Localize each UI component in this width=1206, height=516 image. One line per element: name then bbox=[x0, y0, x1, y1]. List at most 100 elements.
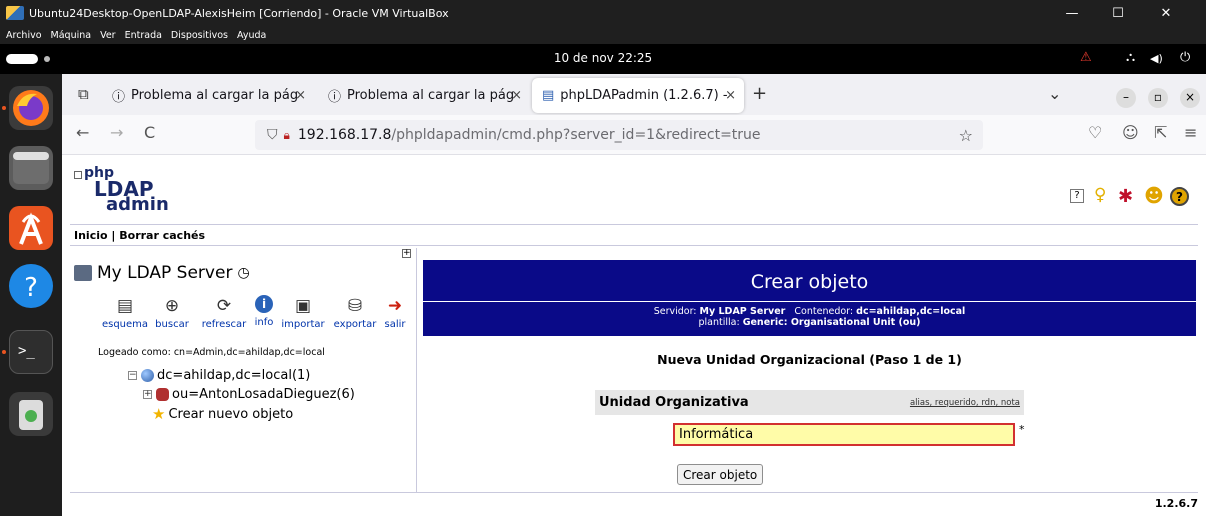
rdn-eq: = bbox=[172, 368, 184, 383]
create-object-button[interactable]: Crear objeto bbox=[677, 464, 764, 485]
pocket-icon[interactable]: ♡ bbox=[1088, 123, 1102, 142]
help-icon[interactable]: ? bbox=[9, 264, 53, 308]
close-tab-icon[interactable]: × bbox=[511, 88, 522, 103]
server-label: Servidor: bbox=[653, 306, 700, 317]
close-window-button[interactable]: ✕ bbox=[1146, 0, 1186, 26]
create-object-panel: Crear objeto Servidor: My LDAP Server Co… bbox=[423, 260, 1196, 492]
logged-in-as: Logeado como: cn=Admin,dc=ahildap,dc=loc… bbox=[98, 347, 325, 358]
phpldapadmin-logo[interactable]: php LDAP admin bbox=[74, 165, 174, 215]
tracking-shield-icon[interactable]: ⛉ bbox=[267, 127, 278, 143]
clock-icon[interactable]: ◷ bbox=[237, 265, 249, 281]
schema-icon: ▤ bbox=[116, 296, 134, 316]
insecure-lock-icon[interactable]: 🔒︎ bbox=[284, 128, 290, 143]
ubuntu-dock: ? >_ bbox=[0, 74, 62, 516]
tree-root-node[interactable]: − dc = ahildap, dc = local (1) bbox=[128, 368, 310, 383]
create-new-object-link[interactable]: ★ Crear nuevo objeto bbox=[152, 405, 293, 423]
tab-phpldapadmin[interactable]: ▤ phpLDAPadmin (1.2.6.7) - × bbox=[532, 78, 744, 113]
bookmark-star-icon[interactable]: ☆ bbox=[959, 126, 973, 145]
volume-icon[interactable]: ◀) bbox=[1150, 52, 1163, 65]
app-menu-icon[interactable]: ≡ bbox=[1184, 123, 1197, 142]
info-icon: ⓘ bbox=[328, 90, 342, 105]
list-tabs-icon[interactable]: ⌄ bbox=[1048, 84, 1061, 103]
tab-problem-1[interactable]: ⓘ Problema al cargar la pág × bbox=[102, 78, 314, 113]
export-tool[interactable]: ⛁ exportar bbox=[331, 295, 379, 330]
tree-ou-node[interactable]: + ou = AntonLosadaDieguez (6) bbox=[143, 387, 355, 402]
close-tab-icon[interactable]: × bbox=[295, 88, 306, 103]
app-center-icon[interactable] bbox=[9, 206, 53, 250]
restore-browser-button[interactable]: ▫ bbox=[1148, 88, 1168, 108]
url-host: 192.168.17.8 bbox=[297, 127, 392, 143]
attribute-hint-links[interactable]: alias, requerido, rdn, nota bbox=[910, 398, 1020, 408]
close-browser-button[interactable]: × bbox=[1180, 88, 1200, 108]
export-icon: ⛁ bbox=[347, 296, 363, 316]
smile-icon[interactable]: ☻ bbox=[1144, 185, 1164, 207]
logout-tool[interactable]: ➜ salir bbox=[381, 295, 409, 330]
tool-label: info bbox=[254, 317, 274, 328]
forward-button[interactable]: → bbox=[110, 123, 123, 142]
home-link[interactable]: Inicio bbox=[74, 229, 108, 242]
extensions-icon[interactable]: ⇱ bbox=[1154, 123, 1167, 142]
trash-icon[interactable] bbox=[9, 392, 53, 436]
refresh-icon: ⟳ bbox=[216, 296, 232, 316]
attribute-header: Unidad Organizativa alias, requerido, rd… bbox=[595, 390, 1024, 415]
minimize-browser-button[interactable]: – bbox=[1116, 88, 1136, 108]
tool-label: esquema bbox=[101, 319, 149, 330]
navigation-toolbar: ← → C ⛉ 🔒︎ 192.168.17.8/phpldapadmin/cmd… bbox=[62, 115, 1206, 155]
warning-icon[interactable]: ⚠ bbox=[1080, 50, 1092, 65]
logout-icon: ➜ bbox=[387, 296, 403, 316]
minimize-window-button[interactable]: — bbox=[1052, 0, 1092, 26]
menu-ayuda[interactable]: Ayuda bbox=[237, 30, 266, 41]
tab-bar: ⧉ ⓘ Problema al cargar la pág × ⓘ Proble… bbox=[62, 74, 1206, 115]
ou-input[interactable] bbox=[673, 423, 1015, 446]
network-icon[interactable]: ⛬ bbox=[1126, 50, 1135, 65]
page-content: php LDAP admin ? ♀ ✱ ☻ ? Inicio | Borrar… bbox=[62, 155, 1206, 516]
import-tool[interactable]: ▣ importar bbox=[279, 295, 327, 330]
info-icon: i bbox=[255, 295, 273, 313]
refresh-tool[interactable]: ⟳ refrescar bbox=[195, 295, 253, 330]
child-count: (1) bbox=[291, 368, 311, 383]
menu-ver[interactable]: Ver bbox=[100, 30, 116, 41]
terminal-icon[interactable]: >_ bbox=[9, 330, 53, 374]
tool-label: exportar bbox=[333, 319, 377, 330]
account-icon[interactable]: ☺ bbox=[1122, 123, 1139, 142]
menu-maquina[interactable]: Máquina bbox=[51, 30, 92, 41]
files-icon[interactable] bbox=[9, 146, 53, 190]
back-button[interactable]: ← bbox=[76, 123, 89, 142]
power-icon[interactable]: ⏻ bbox=[1180, 50, 1190, 65]
report-bug-icon[interactable]: ✱ bbox=[1118, 186, 1133, 207]
idea-bulb-icon[interactable]: ♀ bbox=[1094, 185, 1106, 205]
about-icon[interactable]: ? bbox=[1170, 187, 1189, 206]
tree-box-icon bbox=[74, 171, 82, 179]
purge-cache-link[interactable]: Borrar cachés bbox=[119, 229, 205, 242]
create-new-label: Crear nuevo objeto bbox=[168, 406, 294, 422]
expand-node-icon[interactable]: + bbox=[143, 390, 152, 399]
window-title: Ubuntu24Desktop-OpenLDAP-AlexisHeim [Cor… bbox=[29, 6, 449, 20]
firefox-icon[interactable] bbox=[9, 86, 53, 130]
menu-archivo[interactable]: Archivo bbox=[6, 30, 42, 41]
tab-overview-icon[interactable]: ⧉ bbox=[78, 85, 89, 103]
reload-button[interactable]: C bbox=[144, 123, 155, 142]
import-icon: ▣ bbox=[294, 296, 312, 316]
form-banner: Crear objeto Servidor: My LDAP Server Co… bbox=[423, 260, 1196, 336]
banner-divider bbox=[423, 301, 1196, 302]
schema-tool[interactable]: ▤ esquema bbox=[100, 295, 150, 330]
collapse-node-icon[interactable]: − bbox=[128, 371, 137, 380]
help-icon[interactable]: ? bbox=[1070, 189, 1084, 203]
info-tool[interactable]: i info bbox=[252, 295, 276, 328]
star-icon: ★ bbox=[152, 405, 166, 423]
organizational-unit-icon bbox=[156, 388, 169, 401]
close-tab-icon[interactable]: × bbox=[725, 88, 736, 103]
search-tool[interactable]: ⊕ buscar bbox=[152, 295, 192, 330]
expand-panel-icon[interactable]: + bbox=[402, 249, 411, 258]
tool-label: refrescar bbox=[201, 319, 247, 330]
rdn-value: AntonLosadaDieguez bbox=[199, 387, 337, 402]
menu-entrada[interactable]: Entrada bbox=[125, 30, 162, 41]
url-bar[interactable]: ⛉ 🔒︎ 192.168.17.8/phpldapadmin/cmd.php?s… bbox=[255, 120, 983, 150]
link-separator: | bbox=[111, 229, 116, 242]
clock[interactable]: 10 de nov 22:25 bbox=[0, 51, 1206, 65]
maximize-window-button[interactable]: ☐ bbox=[1098, 0, 1138, 26]
menu-dispositivos[interactable]: Dispositivos bbox=[171, 30, 228, 41]
new-tab-button[interactable]: + bbox=[752, 83, 767, 104]
rdn-attr: dc bbox=[235, 368, 251, 383]
tab-problem-2[interactable]: ⓘ Problema al cargar la pág × bbox=[318, 78, 530, 113]
